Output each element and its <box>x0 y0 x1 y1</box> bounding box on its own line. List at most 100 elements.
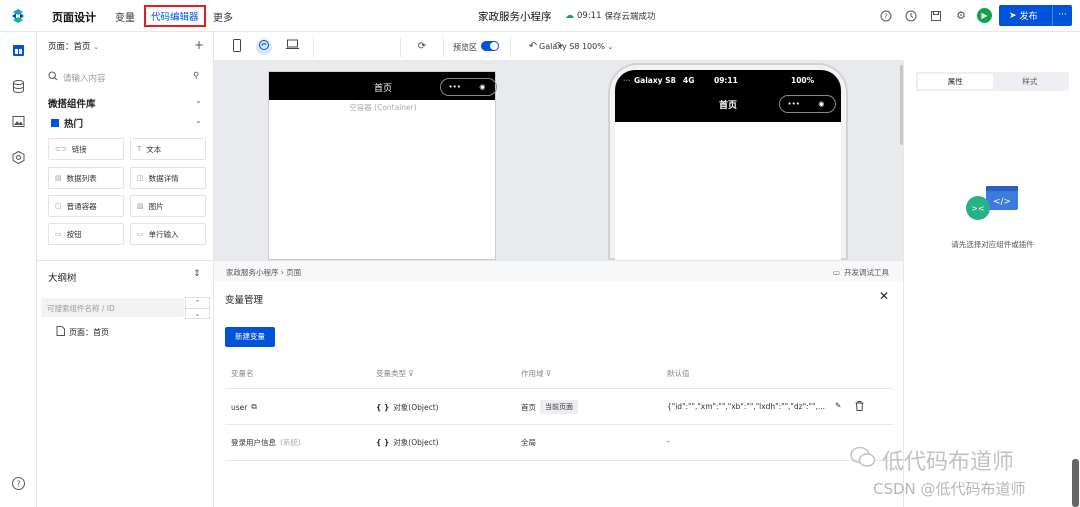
preview-label: 预览区 <box>453 43 477 52</box>
breadcrumb-path[interactable]: 家政服务小程序 › 页面 <box>226 267 301 278</box>
object-braces-icon: { } <box>376 438 390 447</box>
settings-gear-icon[interactable]: ⚙ <box>955 10 967 22</box>
tab-variables[interactable]: 变量 <box>115 9 135 24</box>
phone-preview: ⋯ Galaxy S8 4G 09:11 100% 首页 ••• ◉ <box>608 63 848 260</box>
hot-category[interactable]: 热门 <box>51 116 83 130</box>
save-icon[interactable] <box>930 10 942 22</box>
history-icon[interactable] <box>905 10 917 22</box>
component-search[interactable]: 请输入内容 ⚲ <box>48 71 206 84</box>
publish-more-button[interactable]: ··· <box>1052 5 1072 26</box>
save-status-text: 保存云端成功 <box>604 12 656 22</box>
svg-text:?: ? <box>884 13 888 21</box>
variable-manager: 变量管理 ✕ 新建变量 变量名 变量类型 ⊽ 作用域 ⊽ 默认值 user ⧉ … <box>214 282 903 507</box>
undo-icon[interactable]: ↶ <box>525 39 541 55</box>
expand-collapse-icon[interactable]: ⇕ <box>193 269 201 279</box>
component-image[interactable]: ▨ 图片 <box>130 195 206 217</box>
help-icon[interactable]: ? <box>880 10 892 22</box>
component-container[interactable]: ▢ 普通容器 <box>48 195 124 217</box>
input-icon: ▭ <box>137 230 144 238</box>
empty-state-hint: 请先选择对应组件或插件 <box>951 240 1034 249</box>
page-selector[interactable]: 页面：首页 ⌄ <box>48 40 99 52</box>
phone-capsule-menu[interactable]: ••• ◉ <box>779 95 836 113</box>
desktop-view-icon[interactable] <box>284 39 300 55</box>
phone-device-name: Galaxy S8 <box>634 76 676 85</box>
object-braces-icon: { } <box>376 403 390 412</box>
left-rail: ? <box>0 32 37 507</box>
link-icon: ⊂⊃ <box>55 145 67 153</box>
outline-search-input[interactable]: 可搜索组件名称 / ID <box>41 298 184 317</box>
mobile-view-icon[interactable] <box>229 39 245 55</box>
image-icon[interactable] <box>11 114 26 129</box>
add-page-button[interactable]: + <box>194 38 204 52</box>
delete-trash-icon[interactable] <box>855 401 864 411</box>
image-icon: ▨ <box>137 202 144 210</box>
pages-icon[interactable] <box>11 43 26 58</box>
top-bar: 页面设计 变量 代码编辑器 更多 家政服务小程序 ☁ 09:11 保存云端成功 … <box>0 0 1080 32</box>
tab-more[interactable]: 更多 <box>213 9 233 24</box>
component-link[interactable]: ⊂⊃ 链接 <box>48 138 124 160</box>
component-data-detail[interactable]: ◫ 数据详情 <box>130 167 206 189</box>
copy-icon[interactable]: ⧉ <box>251 402 256 412</box>
app-title: 家政服务小程序 <box>478 11 552 23</box>
column-header-default: 默认值 <box>667 369 690 378</box>
mini-program-view-icon[interactable] <box>256 39 272 55</box>
table-row-type: { } 对象(Object) <box>376 438 439 447</box>
plugin-icon[interactable] <box>11 150 26 165</box>
capsule-menu[interactable]: ••• ◉ <box>440 78 497 96</box>
chevron-down-icon[interactable]: ⌄ <box>195 96 202 105</box>
send-icon: ➤ <box>1009 10 1017 21</box>
run-button[interactable]: ▶ <box>977 8 992 23</box>
chevron-down-icon[interactable]: ⌄ <box>186 309 209 320</box>
devtools-icon: ▭ <box>832 268 840 277</box>
outline-title: 大纲树 <box>48 273 77 284</box>
chevron-up-icon[interactable]: ⌃ <box>186 298 209 309</box>
table-row-scope: 全局 <box>521 438 536 447</box>
chevron-down-icon[interactable]: ⌄ <box>195 116 202 125</box>
tab-styles[interactable]: 样式 <box>993 74 1068 89</box>
search-icon <box>48 71 58 84</box>
component-data-list[interactable]: ▤ 数据列表 <box>48 167 124 189</box>
tab-code-editor[interactable]: 代码编辑器 <box>144 5 206 27</box>
button-icon: ▭ <box>55 230 62 238</box>
redo-icon[interactable]: ↷ <box>551 39 567 55</box>
hot-category-icon <box>51 119 59 127</box>
svg-text:><: >< <box>971 204 984 213</box>
phone-status-bar: ⋯ Galaxy S8 4G 09:11 100% 首页 ••• ◉ <box>615 70 841 122</box>
table-row-type: { } 对象(Object) <box>376 403 439 412</box>
component-text[interactable]: T 文本 <box>130 138 206 160</box>
publish-label: 发布 <box>1019 12 1038 22</box>
edit-pencil-icon[interactable]: ✎ <box>835 401 841 410</box>
column-header-scope[interactable]: 作用域 ⊽ <box>521 368 551 379</box>
empty-container[interactable]: 空容器 (Container) <box>269 102 497 113</box>
help-circle-icon[interactable]: ? <box>11 476 26 491</box>
column-header-type[interactable]: 变量类型 ⊽ <box>376 368 414 379</box>
component-button[interactable]: ▭ 按钮 <box>48 223 124 245</box>
phone-battery: 100% <box>791 76 815 85</box>
refresh-icon[interactable]: ⟳ <box>414 39 430 55</box>
detail-icon: ◫ <box>137 174 144 182</box>
canvas-toolbar: Galaxy S8 100% ⌄ ⟳ 预览区 ↶ ↷ <box>214 32 903 61</box>
text-icon: T <box>137 145 142 153</box>
tab-properties[interactable]: 属性 <box>918 74 993 89</box>
list-icon: ▤ <box>55 174 62 182</box>
new-variable-button[interactable]: 新建变量 <box>225 327 275 347</box>
dev-tools-button[interactable]: ▭ 开发调试工具 <box>833 267 889 278</box>
design-canvas: 首页 ••• ◉ 空容器 (Container) ⋯ Galaxy S8 4G 0… <box>214 61 903 260</box>
publish-button[interactable]: ➤ 发布 ··· <box>999 5 1072 26</box>
component-input[interactable]: ▭ 单行输入 <box>130 223 206 245</box>
container-icon: ▢ <box>55 202 62 210</box>
app-logo-icon <box>12 9 24 23</box>
close-icon[interactable]: ✕ <box>879 289 889 303</box>
more-icon: ••• <box>787 100 800 108</box>
table-row-name: user ⧉ <box>231 402 257 412</box>
database-icon[interactable] <box>11 79 26 94</box>
outline-stepper[interactable]: ⌃ ⌄ <box>185 297 210 319</box>
window-scrollbar[interactable] <box>1072 459 1079 507</box>
component-tree-icon[interactable]: ⚲ <box>193 71 199 81</box>
phone-screen: ⋯ Galaxy S8 4G 09:11 100% 首页 ••• ◉ <box>615 70 841 260</box>
page-frame[interactable]: 首页 ••• ◉ 空容器 (Container) <box>268 71 497 260</box>
tab-page-design[interactable]: 页面设计 <box>52 9 96 25</box>
outline-node-page[interactable]: 页面：首页 <box>56 326 109 338</box>
close-circle-icon: ◉ <box>479 83 486 91</box>
preview-toggle[interactable] <box>481 41 499 51</box>
